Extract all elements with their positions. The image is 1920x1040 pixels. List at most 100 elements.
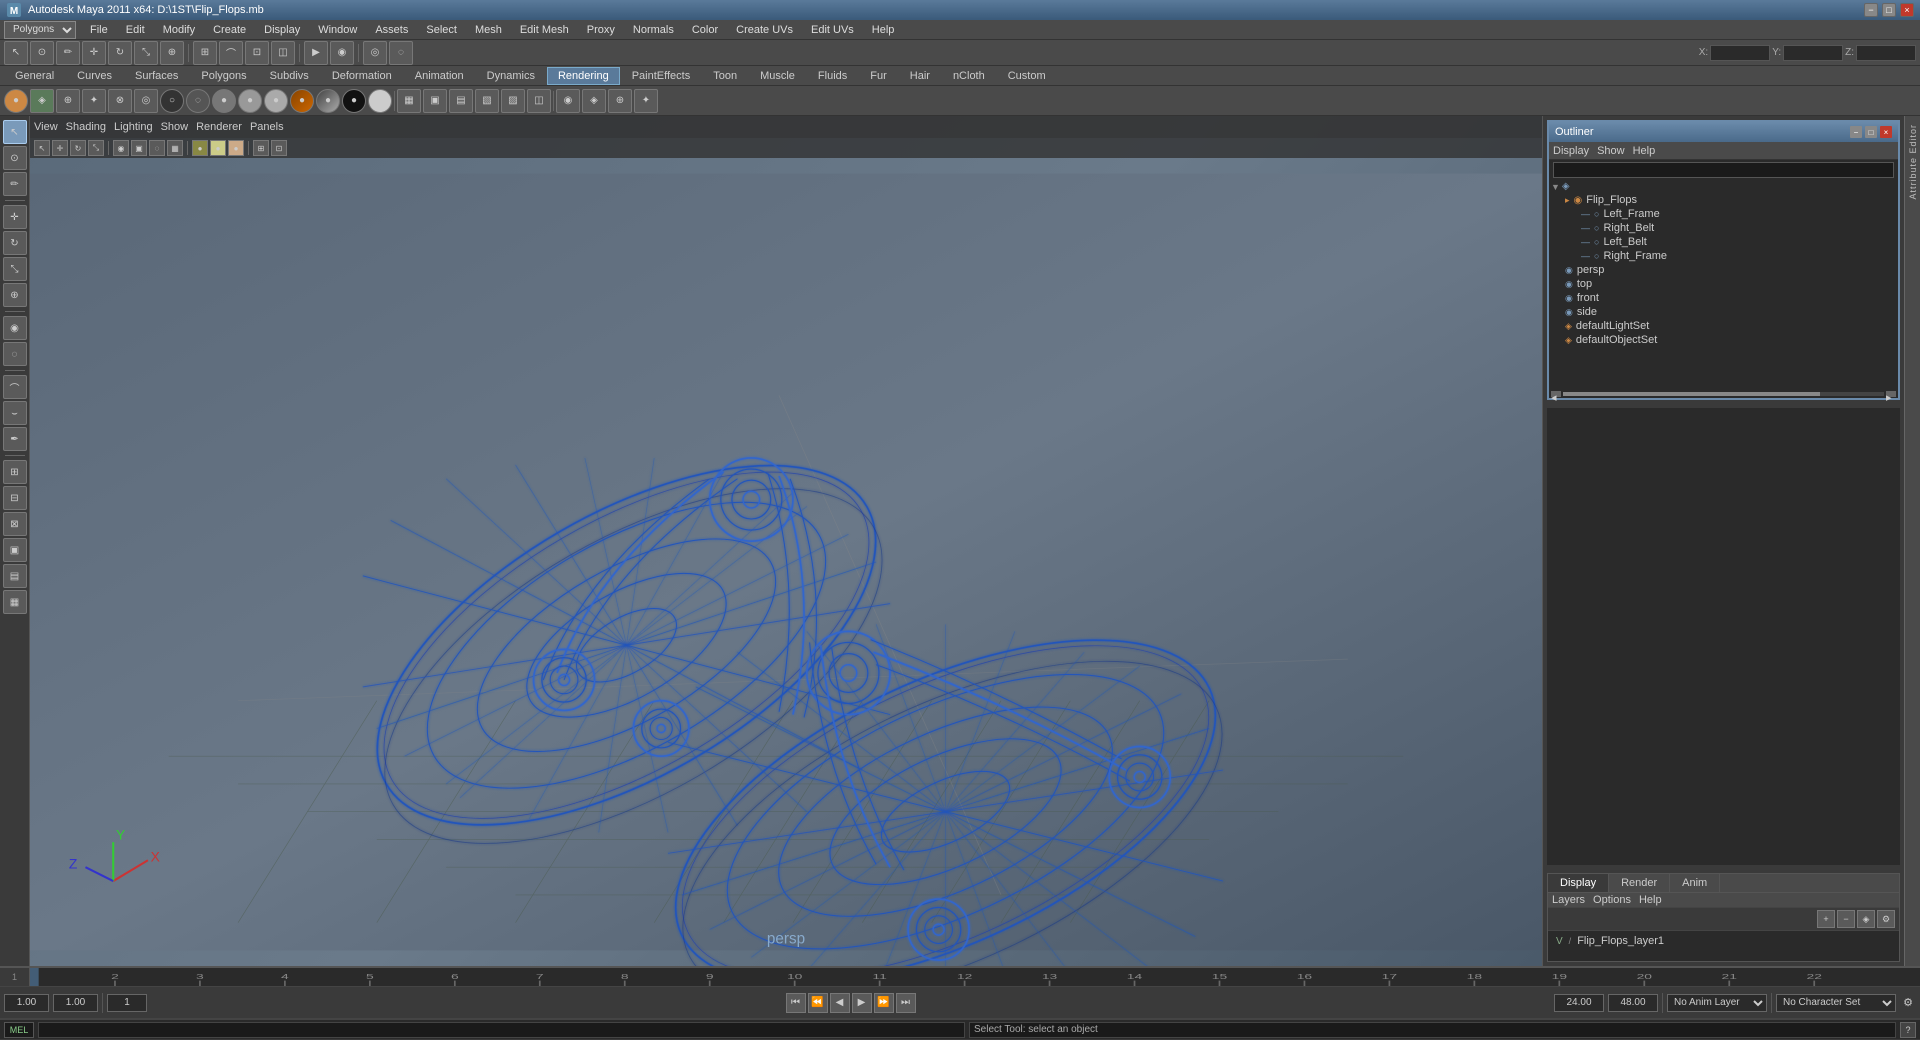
outliner-menu-help[interactable]: Help <box>1633 145 1656 157</box>
outliner-item-side[interactable]: ◉ side <box>1549 305 1898 319</box>
x-field[interactable] <box>1710 45 1770 61</box>
vp-rot-icon[interactable]: ↻ <box>70 140 86 156</box>
snap-grid-btn[interactable]: ⊞ <box>193 41 217 65</box>
snap-point-btn[interactable]: ⊡ <box>245 41 269 65</box>
vp-camera-icon[interactable]: ◉ <box>113 140 129 156</box>
snap-curve-btn[interactable]: ⌒ <box>219 41 243 65</box>
tab-surfaces[interactable]: Surfaces <box>124 67 189 85</box>
vp-frame-icon[interactable]: ⊡ <box>271 140 287 156</box>
tab-animation[interactable]: Animation <box>404 67 475 85</box>
layer-tab-render[interactable]: Render <box>1609 874 1670 892</box>
shelf-icon-render2[interactable]: ◈ <box>582 89 606 113</box>
timeline-track[interactable]: 2 3 4 5 6 7 8 9 10 <box>30 968 1920 986</box>
select-tool-btn[interactable]: ↖ <box>4 41 28 65</box>
tab-toon[interactable]: Toon <box>702 67 748 85</box>
outliner-hscroll-track[interactable] <box>1563 392 1884 396</box>
shelf-icon-tex1[interactable]: ▦ <box>397 89 421 113</box>
tab-curves[interactable]: Curves <box>66 67 123 85</box>
menu-proxy[interactable]: Proxy <box>579 22 623 38</box>
show-hide-btn[interactable]: ◎ <box>363 41 387 65</box>
tab-custom[interactable]: Custom <box>997 67 1057 85</box>
outliner-item-flipflops[interactable]: ▸ ◉ Flip_Flops <box>1549 193 1898 207</box>
layer-new-btn[interactable]: + <box>1817 910 1835 928</box>
start-frame-field[interactable] <box>4 994 49 1012</box>
paint-tool[interactable]: ✏ <box>3 172 27 196</box>
outliner-search-input[interactable] <box>1553 162 1894 178</box>
vp-scale-icon[interactable]: ⤡ <box>88 140 104 156</box>
vp-texture-icon[interactable]: ▦ <box>167 140 183 156</box>
tab-rendering[interactable]: Rendering <box>547 67 620 85</box>
shelf-icon-orange[interactable]: ● <box>290 89 314 113</box>
tab-general[interactable]: General <box>4 67 65 85</box>
outliner-menu-show[interactable]: Show <box>1597 145 1625 157</box>
help-line-btn[interactable]: ? <box>1900 1022 1916 1038</box>
menu-edit-mesh[interactable]: Edit Mesh <box>512 22 577 38</box>
outliner-menu-display[interactable]: Display <box>1553 145 1589 157</box>
layer-member-btn[interactable]: ◈ <box>1857 910 1875 928</box>
menu-create-uvs[interactable]: Create UVs <box>728 22 801 38</box>
layer-menu-options[interactable]: Options <box>1593 894 1631 906</box>
outliner-hscroll-left[interactable]: ◂ <box>1551 391 1561 397</box>
range-end-field[interactable] <box>1608 994 1658 1012</box>
layer-tab-anim[interactable]: Anim <box>1670 874 1720 892</box>
shelf-icon-render3[interactable]: ⊕ <box>608 89 632 113</box>
vp-select-icon[interactable]: ↖ <box>34 140 50 156</box>
character-set-dropdown[interactable]: No Character Set <box>1776 994 1896 1012</box>
menu-create[interactable]: Create <box>205 22 254 38</box>
shelf-icon-tex6[interactable]: ◫ <box>527 89 551 113</box>
outliner-item-leftbelt[interactable]: — ○ Left_Belt <box>1549 235 1898 249</box>
shelf-icon-6[interactable]: ◎ <box>134 89 158 113</box>
curve-ep-tool[interactable]: ⌣ <box>3 401 27 425</box>
close-button[interactable]: × <box>1900 3 1914 17</box>
outliner-item-front[interactable]: ◉ front <box>1549 291 1898 305</box>
go-start-btn[interactable]: ⏮ <box>786 993 806 1013</box>
shelf-icon-sphere3[interactable]: ● <box>212 89 236 113</box>
layout-btn4[interactable]: ▣ <box>3 538 27 562</box>
current-frame-field[interactable] <box>107 994 147 1012</box>
soft-mod-tool[interactable]: ◉ <box>3 316 27 340</box>
tab-dynamics[interactable]: Dynamics <box>476 67 546 85</box>
layer-options-btn[interactable]: ⚙ <box>1877 910 1895 928</box>
outliner-item-persp[interactable]: ◉ persp <box>1549 263 1898 277</box>
shelf-icon-5[interactable]: ⊗ <box>108 89 132 113</box>
play-options-btn[interactable]: ⚙ <box>1900 993 1916 1013</box>
menu-edit[interactable]: Edit <box>118 22 153 38</box>
menu-help[interactable]: Help <box>864 22 903 38</box>
range-start-field[interactable] <box>1554 994 1604 1012</box>
layout-btn1[interactable]: ⊞ <box>3 460 27 484</box>
shelf-icon-2[interactable]: ◈ <box>30 89 54 113</box>
layer-delete-btn[interactable]: − <box>1837 910 1855 928</box>
menu-file[interactable]: File <box>82 22 116 38</box>
scale-tool-btn[interactable]: ⤡ <box>134 41 158 65</box>
go-end-btn[interactable]: ⏭ <box>896 993 916 1013</box>
vp-menu-shading[interactable]: Shading <box>66 121 106 133</box>
shelf-icon-light[interactable]: ● <box>368 89 392 113</box>
tab-painteffects[interactable]: PaintEffects <box>621 67 702 85</box>
outliner-item-rightbelt[interactable]: — ○ Right_Belt <box>1549 221 1898 235</box>
vp-light1[interactable]: ● <box>192 140 208 156</box>
vp-menu-panels[interactable]: Panels <box>250 121 284 133</box>
layer-visibility[interactable]: V <box>1556 936 1563 947</box>
shelf-icon-sphere5[interactable]: ● <box>264 89 288 113</box>
render-btn[interactable]: ▶ <box>304 41 328 65</box>
pencil-tool[interactable]: ✒ <box>3 427 27 451</box>
shelf-icon-render4[interactable]: ✦ <box>634 89 658 113</box>
menu-modify[interactable]: Modify <box>155 22 203 38</box>
lasso-tool-btn[interactable]: ⊙ <box>30 41 54 65</box>
tab-deformation[interactable]: Deformation <box>321 67 403 85</box>
anim-layer-dropdown[interactable]: No Anim Layer <box>1667 994 1767 1012</box>
layer-row-1[interactable]: V / Flip_Flops_layer1 <box>1552 933 1895 949</box>
step-fwd-btn[interactable]: ⏩ <box>874 993 894 1013</box>
move-tool-btn[interactable]: ✛ <box>82 41 106 65</box>
outliner-item-rightframe[interactable]: — ○ Right_Frame <box>1549 249 1898 263</box>
shelf-icon-tex2[interactable]: ▣ <box>423 89 447 113</box>
shelf-icon-tex3[interactable]: ▤ <box>449 89 473 113</box>
outliner-hscroll-right[interactable]: ▸ <box>1886 391 1896 397</box>
paint-select-btn[interactable]: ✏ <box>56 41 80 65</box>
vp-smooth-icon[interactable]: ◌ <box>149 140 165 156</box>
command-line[interactable] <box>38 1022 965 1038</box>
tab-ncloth[interactable]: nCloth <box>942 67 996 85</box>
step-back-btn[interactable]: ⏪ <box>808 993 828 1013</box>
tab-fluids[interactable]: Fluids <box>807 67 858 85</box>
outliner-max-btn[interactable]: □ <box>1865 126 1877 138</box>
